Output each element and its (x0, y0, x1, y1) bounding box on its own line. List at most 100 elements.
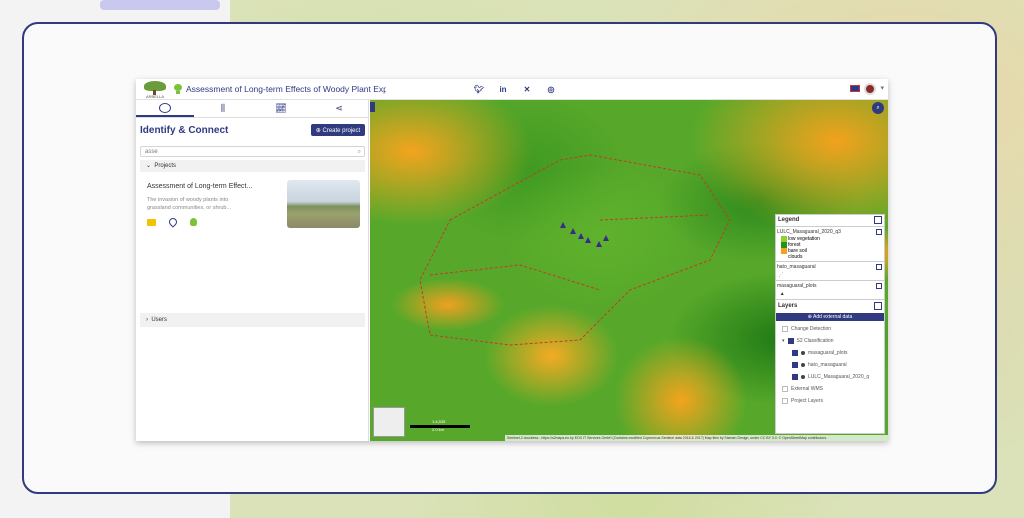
layer-label: hato_masaguaral (808, 362, 847, 368)
plot-marker[interactable] (603, 235, 609, 241)
sidebar-tabs: ⫼ 📈︎ ⋖ (136, 100, 368, 118)
project-description: The invasion of woody plants into grassl… (147, 197, 232, 211)
projects-section-header[interactable]: ⌄ Projects (140, 160, 365, 172)
plot-marker[interactable] (570, 228, 576, 234)
language-flag-icon[interactable] (850, 85, 860, 92)
hato-boundary (419, 154, 731, 346)
legend-title: Legend (778, 217, 800, 223)
layer-checkbox[interactable] (782, 386, 788, 392)
folder-icon[interactable] (147, 218, 156, 226)
legend-hato-label: hato_masaguaral (777, 264, 816, 270)
collapse-icon[interactable] (876, 264, 882, 270)
settings-icon[interactable] (801, 351, 805, 355)
map-attribution: Sentinel-2 cloudless - https://s2maps.eu… (505, 435, 888, 441)
tab-filter[interactable]: ⫼ (194, 100, 252, 117)
legend-panel: Legend LULC_Masaguaral_2020_q3 low veget… (775, 214, 885, 434)
legend-plots-symbol: ▲ (777, 291, 785, 297)
tab-identify[interactable] (136, 100, 194, 117)
project-card[interactable]: Assessment of Long-term Effect... The in… (140, 174, 365, 254)
plot-marker[interactable] (585, 237, 591, 243)
collapse-icon[interactable] (876, 229, 882, 235)
swatch (781, 254, 787, 260)
logo-text: ARBELLA (145, 94, 164, 99)
layer-checkbox[interactable] (792, 362, 798, 368)
collapse-icon[interactable] (876, 283, 882, 289)
legend-class: clouds (776, 254, 884, 260)
project-title[interactable]: Assessment of Long-term Effect... (147, 183, 287, 190)
tab-share[interactable]: ⋖ (310, 100, 368, 117)
legend-lulc-title: LULC_Masaguaral_2020_q3 (776, 228, 884, 236)
layer-checkbox[interactable] (792, 374, 798, 380)
social-links: 🐦︎ in ✕ ◎ (474, 85, 556, 94)
chevron-down-icon[interactable]: ▾ (782, 338, 785, 344)
layer-item[interactable]: Change Detection (776, 323, 884, 335)
divider (776, 226, 884, 227)
plot-marker[interactable] (578, 233, 584, 239)
search-input[interactable]: asse ⌕ (140, 146, 365, 157)
legend-lulc-label: LULC_Masaguaral_2020_q3 (777, 229, 841, 235)
layer-checkbox[interactable] (782, 326, 788, 332)
linkedin-icon[interactable]: in (498, 85, 508, 94)
add-external-data-button[interactable]: ⊕ Add external data (776, 313, 884, 321)
avatar[interactable] (864, 83, 876, 95)
divider (776, 261, 884, 262)
layers-header: Layers (776, 301, 884, 311)
layer-item[interactable]: Project Layers (776, 395, 884, 407)
chevron-right-icon: › (146, 317, 148, 323)
basemap-switcher[interactable] (373, 407, 405, 437)
chat-icon (159, 102, 171, 113)
map-view[interactable]: ⌕ 1:4,535 2.0 km Sentinel-2 cloudless - … (370, 100, 888, 441)
layer-label: masaguaral_plots (808, 350, 848, 356)
search-icon[interactable]: ⌕ (358, 147, 361, 157)
plot-marker[interactable] (560, 222, 566, 228)
layer-label: Project Layers (791, 398, 823, 404)
x-icon[interactable]: ✕ (522, 85, 532, 94)
layer-item[interactable]: External WMS (776, 383, 884, 395)
project-thumbnail[interactable] (287, 180, 360, 228)
layer-label: Change Detection (791, 326, 832, 332)
chevron-down-icon: ⌄ (146, 163, 152, 169)
layer-label: LULC_Masaguaral_2020_q (808, 374, 870, 380)
lightbulb-icon[interactable] (190, 218, 197, 226)
share-icon: ⋖ (335, 103, 343, 113)
twitter-icon[interactable]: 🐦︎ (474, 85, 484, 94)
legend-class-label: clouds (788, 254, 803, 260)
create-project-button[interactable]: ⊕ Create project (311, 124, 365, 136)
users-label: Users (151, 317, 168, 323)
background-blur-bar (100, 0, 220, 10)
layer-checkbox[interactable] (782, 398, 788, 404)
chevron-down-icon[interactable]: ▾ (880, 84, 884, 92)
tab-analytics[interactable]: 📈︎ (252, 100, 310, 117)
layer-item[interactable]: masaguaral_plots (776, 347, 884, 359)
legend-hato-symbol: ⋰ (777, 272, 784, 278)
users-section-header[interactable]: › Users (140, 313, 365, 327)
layer-item[interactable]: hato_masaguaral (776, 359, 884, 371)
layer-item[interactable]: LULC_Masaguaral_2020_q (776, 371, 884, 383)
instagram-icon[interactable]: ◎ (546, 85, 556, 94)
project-icons (147, 216, 197, 228)
divider (776, 299, 884, 300)
logo[interactable]: ARBELLA (142, 81, 168, 99)
legend-plots-label: masaguaral_plots (777, 283, 817, 289)
layer-checkbox[interactable] (792, 350, 798, 356)
app-window: ARBELLA Assessment of Long-term Effects … (136, 79, 888, 441)
settings-icon[interactable] (801, 363, 805, 367)
plot-marker[interactable] (596, 241, 602, 247)
panel-heading: Identify & Connect (140, 125, 229, 136)
inner-boundary (429, 264, 601, 291)
legend-header: Legend (776, 215, 884, 225)
layer-item[interactable]: ▾ S2 Classification (776, 335, 884, 347)
divider (776, 280, 884, 281)
legend-plots-title: masaguaral_plots (776, 282, 884, 290)
search-value: asse (145, 149, 158, 155)
scale-label: 1:4,535 (432, 419, 446, 424)
location-pin-icon[interactable] (167, 216, 179, 228)
chart-icon: 📈︎ (275, 103, 287, 113)
panel-header: Identify & Connect ⊕ Create project (136, 118, 368, 142)
layer-checkbox[interactable] (787, 338, 794, 344)
collapse-legend-button[interactable] (874, 216, 882, 224)
collapse-layers-button[interactable] (874, 302, 882, 310)
map-search-button[interactable]: ⌕ (872, 102, 884, 114)
settings-icon[interactable] (801, 375, 805, 379)
inner-boundary (599, 214, 711, 221)
